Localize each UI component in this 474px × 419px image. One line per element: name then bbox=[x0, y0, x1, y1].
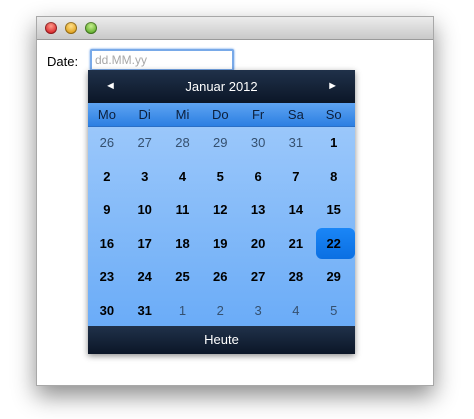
week-row: 23 24 25 26 27 28 29 bbox=[88, 260, 355, 294]
month-title: Januar 2012 bbox=[185, 79, 258, 94]
calendar-day[interactable]: 4 bbox=[277, 294, 315, 328]
close-window-icon[interactable] bbox=[45, 22, 57, 34]
calendar-day[interactable]: 6 bbox=[239, 160, 277, 194]
zoom-window-icon[interactable] bbox=[85, 22, 97, 34]
week-row: 2 3 4 5 6 7 8 bbox=[88, 160, 355, 194]
calendar-day[interactable]: 28 bbox=[164, 126, 202, 160]
minimize-window-icon[interactable] bbox=[65, 22, 77, 34]
calendar-day[interactable]: 27 bbox=[126, 126, 164, 160]
calendar-popup: ◄ Januar 2012 ► Mo Di Mi Do Fr Sa So 26 … bbox=[88, 70, 355, 354]
calendar-day[interactable]: 1 bbox=[164, 294, 202, 328]
week-row: 30 31 1 2 3 4 5 bbox=[88, 294, 355, 328]
weekday-label: Mi bbox=[175, 107, 190, 122]
calendar-day[interactable]: 24 bbox=[126, 260, 164, 294]
calendar-day[interactable]: 9 bbox=[88, 193, 126, 227]
calendar-day[interactable]: 1 bbox=[315, 126, 353, 160]
calendar-day[interactable]: 18 bbox=[164, 227, 202, 261]
calendar-day[interactable]: 4 bbox=[164, 160, 202, 194]
calendar-day-selected[interactable]: 22 bbox=[315, 227, 355, 261]
calendar-day[interactable]: 26 bbox=[88, 126, 126, 160]
weekday-label: Fr bbox=[251, 107, 265, 122]
calendar-day[interactable]: 3 bbox=[239, 294, 277, 328]
week-row: 16 17 18 19 20 21 22 bbox=[88, 227, 355, 261]
date-label: Date: bbox=[47, 54, 79, 69]
weekday-label: Do bbox=[211, 107, 229, 122]
calendar-day[interactable]: 19 bbox=[201, 227, 239, 261]
calendar-day[interactable]: 8 bbox=[315, 160, 353, 194]
calendar-day[interactable]: 2 bbox=[88, 160, 126, 194]
calendar-day[interactable]: 21 bbox=[277, 227, 315, 261]
calendar-day[interactable]: 15 bbox=[315, 193, 353, 227]
calendar-day[interactable]: 5 bbox=[315, 294, 353, 328]
calendar-day[interactable]: 27 bbox=[239, 260, 277, 294]
week-row: 9 10 11 12 13 14 15 bbox=[88, 193, 355, 227]
calendar-day[interactable]: 31 bbox=[126, 294, 164, 328]
calendar-header: ◄ Januar 2012 ► bbox=[88, 70, 355, 103]
calendar-day[interactable]: 30 bbox=[239, 126, 277, 160]
calendar-day[interactable]: 31 bbox=[277, 126, 315, 160]
calendar-day[interactable]: 25 bbox=[164, 260, 202, 294]
calendar-day[interactable]: 12 bbox=[201, 193, 239, 227]
weekday-label: Sa bbox=[287, 107, 304, 122]
weekday-label: So bbox=[325, 107, 342, 122]
calendar-day[interactable]: 26 bbox=[201, 260, 239, 294]
today-button[interactable]: Heute bbox=[88, 326, 355, 354]
calendar-day[interactable]: 16 bbox=[88, 227, 126, 261]
week-row: 26 27 28 29 30 31 1 bbox=[88, 126, 355, 160]
calendar-day[interactable]: 14 bbox=[277, 193, 315, 227]
weekday-label: Di bbox=[138, 107, 151, 122]
calendar-day[interactable]: 29 bbox=[201, 126, 239, 160]
calendar-day[interactable]: 3 bbox=[126, 160, 164, 194]
weekday-label: Mo bbox=[97, 107, 116, 122]
date-input[interactable] bbox=[90, 49, 234, 71]
calendar-day[interactable]: 20 bbox=[239, 227, 277, 261]
weekday-header: Mo Di Mi Do Fr Sa So bbox=[88, 103, 355, 127]
calendar-day[interactable]: 13 bbox=[239, 193, 277, 227]
calendar-day[interactable]: 5 bbox=[201, 160, 239, 194]
calendar-day[interactable]: 2 bbox=[201, 294, 239, 328]
calendar-day[interactable]: 11 bbox=[164, 193, 202, 227]
calendar-day[interactable]: 23 bbox=[88, 260, 126, 294]
title-bar bbox=[37, 17, 433, 40]
calendar-day[interactable]: 7 bbox=[277, 160, 315, 194]
day-grid: 26 27 28 29 30 31 1 2 3 4 5 6 7 8 9 10 1… bbox=[88, 126, 355, 327]
calendar-day[interactable]: 30 bbox=[88, 294, 126, 328]
calendar-day[interactable]: 29 bbox=[315, 260, 353, 294]
calendar-day[interactable]: 28 bbox=[277, 260, 315, 294]
next-month-icon[interactable]: ► bbox=[327, 80, 338, 92]
calendar-day[interactable]: 17 bbox=[126, 227, 164, 261]
calendar-day[interactable]: 10 bbox=[126, 193, 164, 227]
